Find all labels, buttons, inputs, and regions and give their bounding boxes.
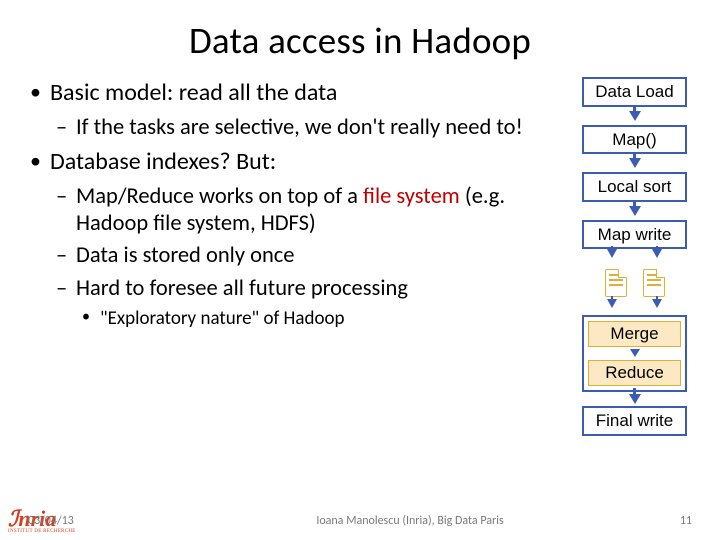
stage-merge-reduce-group: Merge Reduce xyxy=(582,315,687,392)
slide-body: Basic model: read all the data If the ta… xyxy=(28,77,692,436)
bullet-db-indexes: Database indexes? But: xyxy=(28,148,567,176)
double-arrow-icon xyxy=(577,249,692,265)
stage-map-write: Map write xyxy=(582,220,687,250)
arrow-icon xyxy=(629,107,641,125)
text-column: Basic model: read all the data If the ta… xyxy=(28,77,567,436)
bullet-exploratory: "Exploratory nature" of Hadoop xyxy=(28,308,567,330)
bullet-stored-once: Data is stored only once xyxy=(28,243,567,270)
stage-reduce: Reduce xyxy=(588,360,681,386)
bullet-mapreduce-fs: Map/Reduce works on top of a file system… xyxy=(28,184,567,237)
footer-page-number: 11 xyxy=(632,514,692,528)
arrow-icon xyxy=(629,392,641,406)
slide: Data access in Hadoop Basic model: read … xyxy=(0,0,720,540)
file-icon xyxy=(605,269,627,297)
flow-diagram: Data Load Map() Local sort Map write Mer… xyxy=(577,77,692,436)
arrow-icon xyxy=(629,154,641,172)
bullet-hard-foresee: Hard to foresee all future processing xyxy=(28,276,567,303)
stage-map: Map() xyxy=(582,125,687,155)
bullet-selective: If the tasks are selective, we don't rea… xyxy=(28,115,567,142)
arrow-icon xyxy=(629,202,641,220)
stage-data-load: Data Load xyxy=(582,77,687,107)
stage-local-sort: Local sort xyxy=(582,172,687,202)
footer-date: 03/04/13 xyxy=(28,514,188,528)
footer-author: Ioana Manolescu (Inria), Big Data Paris xyxy=(188,514,632,528)
file-icons-row xyxy=(605,269,665,297)
text-red: file system xyxy=(363,183,460,210)
arrow-icon xyxy=(630,349,640,357)
bullet-basic-model: Basic model: read all the data xyxy=(28,79,567,107)
logo-subtext: INSTITUT DE RECHERCHE xyxy=(8,529,76,534)
slide-title: Data access in Hadoop xyxy=(28,18,692,63)
file-icon xyxy=(643,269,665,297)
slide-footer: 03/04/13 Ioana Manolescu (Inria), Big Da… xyxy=(0,514,720,528)
stage-final-write: Final write xyxy=(582,406,687,436)
text-pre: Map/Reduce works on top of a xyxy=(76,183,363,210)
stage-merge: Merge xyxy=(588,321,681,347)
double-arrow-icon xyxy=(577,299,692,315)
